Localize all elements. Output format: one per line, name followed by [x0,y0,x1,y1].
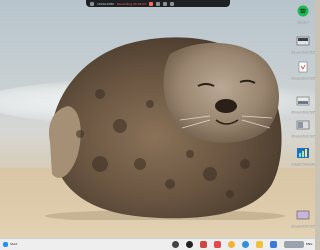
charts-icon [297,148,309,158]
desktop-wallpaper [0,0,315,238]
explorer-icon[interactable] [256,241,263,248]
media-icon[interactable] [200,241,207,248]
seal-photo [45,37,285,220]
desktop-icon-screenshot-2[interactable]: Screenshot 2024-08-08... [291,58,315,81]
desktop-icon-spotify[interactable]: Spotify [291,2,315,25]
desktop-icon-label: Screenshot 2024-08-08... [291,51,315,54]
store-icon[interactable] [270,241,277,248]
screenshot-file-icon-5 [296,210,310,220]
record-stop-icon[interactable] [149,1,154,6]
screenshot-file-icon-3 [296,96,310,106]
desktop-icon-label: Screenshot 2024-08-08... [291,225,315,228]
desktop-icons: Spotify Screenshot 2024-08-08... Screens… [291,0,315,238]
screenshot-file-icon-2 [298,61,308,73]
desktop-icon-label: Screenshot 2024-08-08... [291,77,315,80]
desktop-icon-label: Screenshot 2024-08-08... [291,135,315,138]
desktop-icon-label: Spotify [297,21,309,24]
screenshot-file-icon-4 [296,120,310,130]
files-icon[interactable] [214,241,221,248]
chrome-icon[interactable] [228,241,235,248]
start-icon[interactable] [3,242,8,247]
search-icon[interactable] [172,241,179,248]
pause-icon[interactable] [156,1,161,6]
obs-icon[interactable] [186,241,193,248]
spotify-icon [297,5,309,17]
desktop-icon-screenshot-5[interactable]: Screenshot 2024-08-08... [291,206,315,229]
desktop-icon-label: Charts Videotut... [291,163,315,166]
start-label[interactable]: Start [10,242,17,246]
recorder-timer: Recording 00:02:07 [117,1,147,6]
close-icon[interactable] [170,1,175,6]
recorder-menu-icon[interactable] [90,1,94,6]
recorder-resolution: 1920x1080 [97,1,115,6]
edge-icon[interactable] [242,241,249,248]
taskbar: Start ENG [0,238,315,250]
desktop-icon-screenshot-4[interactable]: Screenshot 2024-08-08... [291,116,315,139]
desktop-icon-screenshot-1[interactable]: Screenshot 2024-08-08... [291,32,315,55]
tray-thumbnail-icon[interactable] [284,241,304,248]
desktop-icon-charts[interactable]: Charts Videotut... [291,144,315,167]
tray-label: ENG [306,242,313,246]
desktop-icon-label: Screenshot 2024-08-08... [291,111,315,114]
settings-icon[interactable] [163,1,168,6]
screen-recorder-bar: 1920x1080 Recording 00:02:07 [86,0,230,7]
screenshot-file-icon [296,36,310,46]
desktop-icon-screenshot-3[interactable]: Screenshot 2024-08-08... [291,92,315,115]
